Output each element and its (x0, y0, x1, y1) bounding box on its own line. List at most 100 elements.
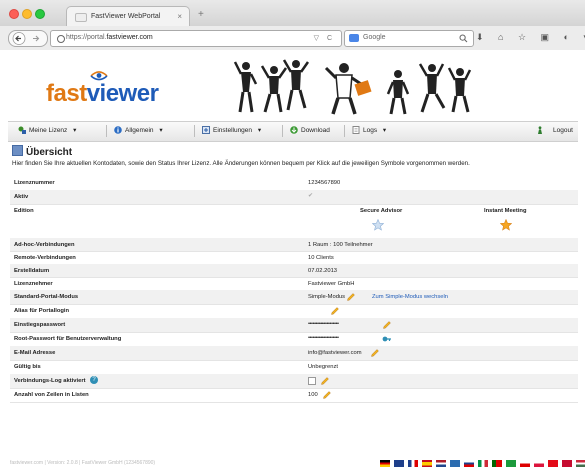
flag-pl-icon[interactable] (534, 460, 544, 467)
row-label: Verbindungs-Log aktiviert (14, 378, 86, 384)
search-icon[interactable] (459, 34, 468, 43)
google-icon[interactable] (349, 34, 359, 42)
table-row: Erstelldatum 07.02.2013 (10, 264, 578, 278)
key-icon[interactable] (382, 334, 392, 344)
browser-toolbar-icons[interactable]: ⬇ ⌂ ☆ ▣ ◐ ▾ ≡ (476, 32, 585, 43)
back-forward-group (8, 30, 48, 47)
main-menu-bar: Meine Lizenz ▾ Allgemein ▾ Einstellungen… (8, 121, 578, 142)
tab-favicon-icon (75, 13, 87, 22)
row-value: 07.02.2013 (308, 268, 338, 274)
new-tab-button[interactable]: + (198, 9, 204, 20)
menu-general-label: Allgemein (125, 127, 154, 134)
fastviewer-logo[interactable]: fastviewer (46, 80, 159, 108)
menu-divider (106, 125, 107, 137)
forward-arrow-icon[interactable] (29, 31, 43, 46)
pencil-icon[interactable] (370, 348, 380, 358)
log-checkbox[interactable] (308, 377, 316, 385)
menu-divider (282, 125, 283, 137)
url-text: https://portal.fastviewer.com (66, 34, 153, 41)
table-row: Aktiv ✔ (10, 190, 578, 205)
table-row: Lizenznehmer Fastviewer GmbH (10, 277, 578, 291)
menu-divider (194, 125, 195, 137)
flag-es-icon[interactable] (422, 460, 432, 467)
flag-br-icon[interactable] (506, 460, 516, 467)
chevron-down-icon: ▾ (73, 127, 77, 134)
row-value: Fastviewer GmbH (308, 281, 355, 287)
star-icon[interactable] (500, 219, 512, 231)
row-value: Simple-Modus (308, 294, 346, 300)
minimize-window-button[interactable] (22, 9, 32, 19)
close-window-button[interactable] (9, 9, 19, 19)
row-value: •••••••••••••••••••• (308, 335, 339, 341)
info-icon (114, 126, 122, 134)
menu-settings-label: Einstellungen (213, 127, 253, 134)
menu-divider (344, 125, 345, 137)
table-row: Anzahl von Zeilen in Listen 100 (10, 388, 578, 403)
page-description: Hier finden Sie Ihre aktuellen Kontodate… (12, 160, 470, 167)
overview-icon (12, 145, 23, 156)
table-row: Edition Secure Advisor Instant Meeting (10, 204, 578, 239)
flag-fr-icon[interactable] (408, 460, 418, 467)
menu-logs[interactable]: Logs ▾ (352, 126, 386, 134)
page-title-text: Übersicht (26, 147, 73, 158)
flag-hu-icon[interactable] (576, 460, 585, 467)
row-label: Edition (14, 208, 34, 214)
flag-tr-icon[interactable] (548, 460, 558, 467)
chevron-down-icon: ▾ (382, 127, 387, 134)
flag-de-icon[interactable] (380, 460, 390, 467)
license-icon (18, 126, 26, 134)
table-row: E-Mail Adresse info@fastviewer.com (10, 346, 578, 361)
pencil-icon[interactable] (382, 320, 392, 330)
flag-ru-icon[interactable] (464, 460, 474, 467)
pencil-icon[interactable] (346, 292, 356, 302)
tab-close-icon[interactable]: × (177, 12, 182, 21)
menu-general[interactable]: Allgemein ▾ (114, 126, 163, 134)
table-row: Verbindungs-Log aktiviert ? (10, 374, 578, 389)
pencil-icon[interactable] (322, 390, 332, 400)
flag-dk-icon[interactable] (562, 460, 572, 467)
zoom-window-button[interactable] (35, 9, 45, 19)
logs-icon (352, 126, 360, 134)
simple-mode-link[interactable]: Zum Simple-Modus wechseln (372, 294, 448, 300)
page-title: Übersicht (12, 145, 72, 158)
star-icon[interactable] (372, 219, 384, 231)
table-row: Root-Passwort für Benutzerverwaltung •••… (10, 332, 578, 347)
chevron-down-icon: ▾ (159, 127, 163, 134)
flag-cz-icon[interactable] (520, 460, 530, 467)
menu-download-label: Download (301, 127, 330, 134)
browser-toolbar: https://portal.fastviewer.com ▽ C Google… (0, 26, 585, 51)
settings-icon (202, 126, 210, 134)
row-value: 100 (308, 392, 318, 398)
flag-nl-icon[interactable] (436, 460, 446, 467)
browser-titlebar: FastViewer WebPortal × + (0, 0, 585, 27)
flag-uk-icon[interactable] (394, 460, 404, 467)
search-placeholder: Google (363, 34, 386, 41)
logout-button[interactable]: Logout (536, 126, 573, 134)
row-label: Lizenznehmer (14, 281, 53, 287)
back-arrow-icon[interactable] (11, 31, 27, 46)
row-value: Unbegrenzt (308, 364, 338, 370)
reload-icon[interactable]: ▽ C (314, 34, 335, 42)
pencil-icon[interactable] (320, 376, 330, 386)
row-value: info@fastviewer.com (308, 350, 362, 356)
row-value: 1234567890 (308, 180, 341, 186)
flag-it-icon[interactable] (478, 460, 488, 467)
flag-pt-icon[interactable] (492, 460, 502, 467)
flag-se-icon[interactable] (450, 460, 460, 467)
active-checkbox[interactable]: ✔ (308, 193, 313, 199)
row-label: Root-Passwort für Benutzerverwaltung (14, 336, 122, 342)
row-label: Lizenznummer (14, 180, 55, 186)
table-row: Alias für Portallogin (10, 304, 578, 319)
help-icon[interactable]: ? (90, 376, 98, 384)
menu-settings[interactable]: Einstellungen ▾ (202, 126, 261, 134)
download-icon (290, 126, 298, 134)
row-value: •••••••••••••••••••• (308, 321, 339, 327)
menu-download[interactable]: Download (290, 126, 330, 134)
browser-tab[interactable]: FastViewer WebPortal × (66, 6, 190, 27)
address-bar[interactable]: https://portal.fastviewer.com ▽ C (50, 30, 342, 47)
row-label: Anzahl von Zeilen in Listen (14, 392, 89, 398)
menu-my-license-label: Meine Lizenz (29, 127, 68, 134)
menu-my-license[interactable]: Meine Lizenz ▾ (18, 126, 76, 134)
search-bar[interactable]: Google (344, 30, 474, 47)
pencil-icon[interactable] (330, 306, 340, 316)
